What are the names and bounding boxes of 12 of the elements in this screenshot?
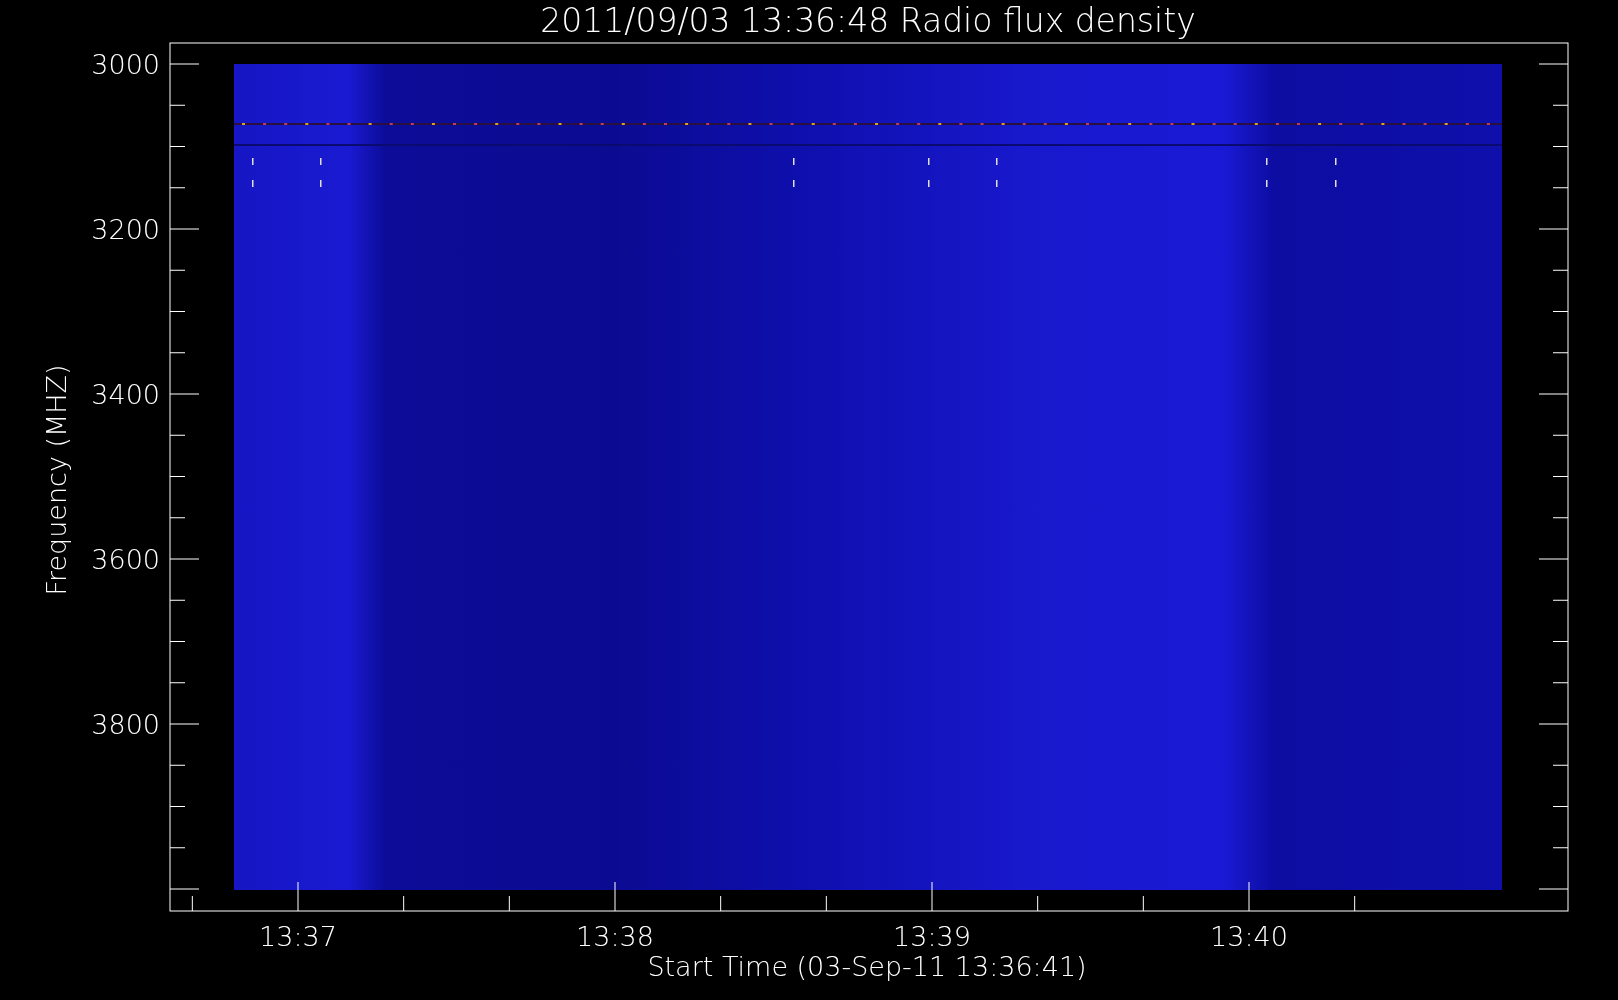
x-tick-label: 13:37 [259,921,337,952]
y-tick-label: 3800 [91,709,160,740]
x-axis-label: Start Time (03-Sep-11 13:36:41) [647,951,1087,982]
x-tick-label: 13:40 [1210,921,1288,952]
x-tick-label: 13:39 [893,921,971,952]
y-tick-label: 3600 [91,544,160,575]
y-tick-label: 3400 [91,379,160,410]
y-axis-label: Frequency (MHZ) [41,364,72,596]
x-tick-label: 13:38 [576,921,654,952]
y-tick-label: 3200 [91,214,160,245]
y-tick-label: 3000 [91,49,160,80]
chart-title: 2011/09/03 13:36:48 Radio flux density [540,1,1196,40]
